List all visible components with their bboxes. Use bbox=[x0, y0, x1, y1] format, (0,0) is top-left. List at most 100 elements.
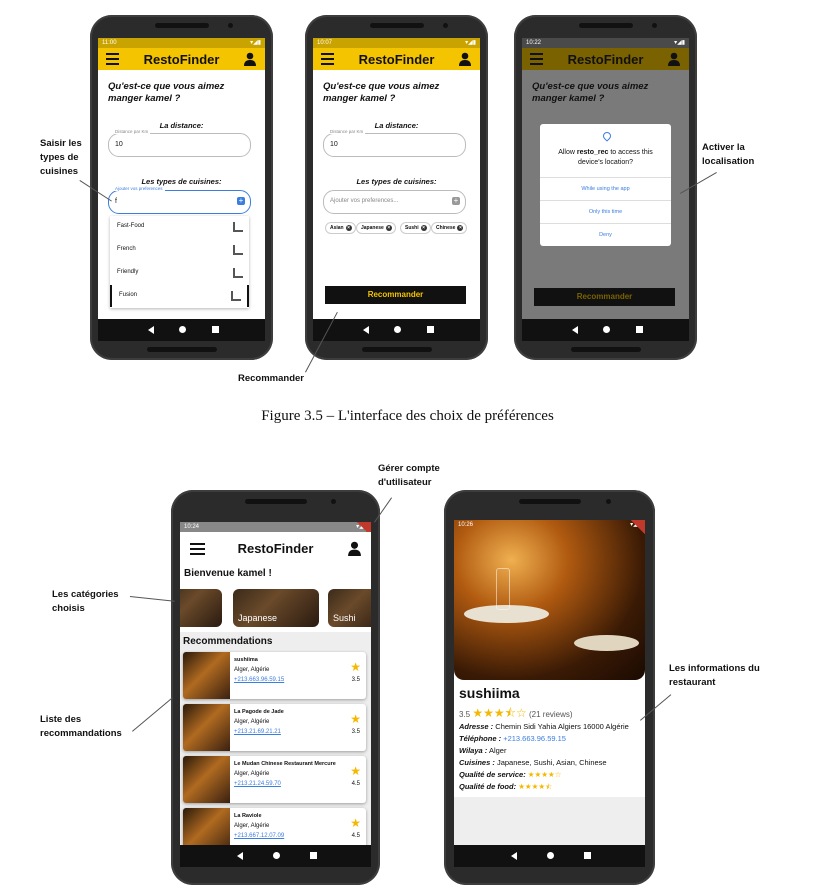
dialog-message: Allow resto_rec to access this device's … bbox=[558, 149, 653, 166]
home-icon[interactable] bbox=[546, 852, 554, 859]
cuisines-label: Les types de cuisines: bbox=[141, 177, 222, 186]
rating-stars-icon: ★★★⯪☆ bbox=[472, 706, 527, 720]
speaker-bottom bbox=[361, 347, 432, 352]
cuisines-label: Les types de cuisines: bbox=[356, 177, 437, 186]
annotation-categories: Les catégories choisis bbox=[52, 589, 119, 614]
annotation-activer: Activer la localisation bbox=[702, 142, 755, 167]
recommendation-card[interactable]: sushiima Alger, Algérie +213.663.96.59.1… bbox=[183, 652, 366, 699]
add-icon[interactable]: + bbox=[452, 197, 460, 205]
wilaya-row: Wilaya : Alger bbox=[459, 746, 507, 755]
recommendation-card[interactable]: Le Mudan Chinese Restaurant Mercure Alge… bbox=[183, 756, 366, 803]
pointer-line bbox=[129, 596, 175, 602]
system-nav-bar bbox=[98, 319, 265, 341]
preferences-input[interactable]: Ajouter vos preferences f + bbox=[108, 186, 251, 214]
chip-japanese[interactable]: Japanese × bbox=[356, 222, 396, 234]
camera bbox=[331, 499, 336, 504]
service-quality-row: Qualité de service: ★★★★☆ bbox=[459, 770, 562, 779]
back-icon[interactable] bbox=[237, 852, 244, 860]
annotation-gerer: Gérer compte d'utilisateur bbox=[378, 463, 440, 488]
app-title: RestoFinder bbox=[567, 52, 644, 67]
annotation-infos: Les informations du restaurant bbox=[669, 663, 760, 688]
back-icon[interactable] bbox=[148, 326, 155, 334]
suggestions-dropdown: Fast-Food French Friendly Fusion bbox=[110, 216, 249, 308]
app-title: RestoFinder bbox=[237, 541, 314, 556]
category-card[interactable]: Japanese bbox=[233, 589, 319, 627]
app-bar: RestoFinder bbox=[313, 48, 480, 70]
user-icon[interactable] bbox=[459, 52, 471, 66]
phone-preferences-selected: 10:07 ▾◢▮ RestoFinder Qu'est-ce que vous … bbox=[305, 15, 488, 360]
phone-home: 10:24▾◢▮ RestoFinder Bienvenue kamel ! J… bbox=[171, 490, 380, 885]
cuisines-row: Cuisines : Japanese, Sushi, Asian, Chine… bbox=[459, 758, 607, 767]
recent-apps-icon[interactable] bbox=[309, 852, 317, 859]
star-icon: ★ bbox=[350, 660, 361, 674]
deny-option[interactable]: Deny bbox=[540, 223, 671, 246]
restaurant-image bbox=[183, 704, 230, 751]
app-bar: RestoFinder bbox=[98, 48, 265, 70]
star-icon: ★ bbox=[350, 816, 361, 830]
user-icon[interactable] bbox=[348, 541, 361, 556]
system-nav-bar bbox=[180, 845, 371, 867]
star-icon: ★ bbox=[350, 712, 361, 726]
recent-apps-icon[interactable] bbox=[426, 326, 434, 333]
preferences-input[interactable]: Ajouter vos preferences... + bbox=[323, 190, 466, 214]
home-icon[interactable] bbox=[393, 326, 401, 333]
recommend-button[interactable]: Recommander bbox=[325, 286, 466, 304]
restaurant-image bbox=[183, 652, 230, 699]
app-bar: RestoFinder bbox=[522, 48, 689, 70]
debug-ribbon bbox=[631, 520, 645, 534]
app-title: RestoFinder bbox=[143, 52, 220, 67]
chip-sushi[interactable]: Sushi × bbox=[400, 222, 431, 234]
recent-apps-icon[interactable] bbox=[583, 852, 591, 859]
back-icon[interactable] bbox=[363, 326, 370, 334]
suggestion-item[interactable]: Fast-Food bbox=[110, 216, 249, 238]
suggestion-item[interactable]: French bbox=[110, 239, 249, 261]
speaker bbox=[244, 499, 307, 504]
section-title: Recommendations bbox=[183, 636, 273, 647]
back-icon[interactable] bbox=[511, 852, 518, 860]
home-icon[interactable] bbox=[272, 852, 280, 859]
status-bar: 10:22 ▾◢▮ bbox=[522, 38, 689, 48]
remove-chip-icon[interactable]: × bbox=[457, 224, 464, 231]
speaker-bottom bbox=[146, 347, 217, 352]
phone-link[interactable]: +213.663.96.59.15 bbox=[503, 734, 566, 743]
camera bbox=[606, 499, 611, 504]
categories-row: Japanese Sushi bbox=[180, 584, 371, 632]
chip-asian[interactable]: Asian × bbox=[325, 222, 356, 234]
add-icon[interactable]: + bbox=[237, 197, 245, 205]
figure-caption: Figure 3.5 – L'interface des choix de pr… bbox=[261, 408, 554, 424]
recommendations-panel: Recommendations sushiima Alger, Algérie … bbox=[180, 632, 371, 867]
restaurant-name: sushiima bbox=[459, 685, 520, 701]
user-icon[interactable] bbox=[668, 52, 680, 66]
while-using-option[interactable]: While using the app bbox=[540, 177, 671, 200]
distance-field[interactable]: Distance par Km 10 bbox=[108, 129, 251, 157]
food-quality-row: Qualité de food: ★★★★⯪ bbox=[459, 782, 553, 791]
camera bbox=[652, 23, 657, 28]
recent-apps-icon[interactable] bbox=[635, 326, 643, 333]
app-bar: RestoFinder bbox=[180, 532, 371, 565]
user-icon[interactable] bbox=[244, 52, 256, 66]
recent-apps-icon[interactable] bbox=[211, 326, 219, 333]
speaker bbox=[518, 499, 581, 504]
annotation-saisir: Saisir les types de cuisines bbox=[40, 138, 82, 177]
phone-row: Téléphone : +213.663.96.59.15 bbox=[459, 734, 566, 743]
phone-preferences-typing: 11:00 ▾◢▮ RestoFinder Qu'est-ce que vous … bbox=[90, 15, 273, 360]
home-icon[interactable] bbox=[178, 326, 186, 333]
remove-chip-icon[interactable]: × bbox=[345, 224, 352, 231]
home-icon[interactable] bbox=[602, 326, 610, 333]
suggestion-item[interactable]: Friendly bbox=[110, 262, 249, 284]
only-this-time-option[interactable]: Only this time bbox=[540, 200, 671, 223]
suggestion-item[interactable]: Fusion bbox=[110, 285, 249, 307]
distance-field[interactable]: Distance par Km 10 bbox=[323, 129, 466, 157]
restaurant-image bbox=[183, 756, 230, 803]
recommend-button[interactable]: Recommander bbox=[534, 288, 675, 306]
remove-chip-icon[interactable]: × bbox=[385, 224, 392, 231]
system-nav-bar bbox=[313, 319, 480, 341]
back-icon[interactable] bbox=[572, 326, 579, 334]
phone-location-permission: 10:22 ▾◢▮ RestoFinder Qu'est-ce que vous … bbox=[514, 15, 697, 360]
category-card[interactable]: Sushi bbox=[328, 589, 371, 627]
app-title: RestoFinder bbox=[358, 52, 435, 67]
remove-chip-icon[interactable]: × bbox=[420, 224, 427, 231]
recommendation-card[interactable]: La Pagode de Jade Alger, Algérie +213.21… bbox=[183, 704, 366, 751]
chip-chinese[interactable]: Chinese × bbox=[431, 222, 468, 234]
category-card[interactable] bbox=[180, 589, 222, 627]
